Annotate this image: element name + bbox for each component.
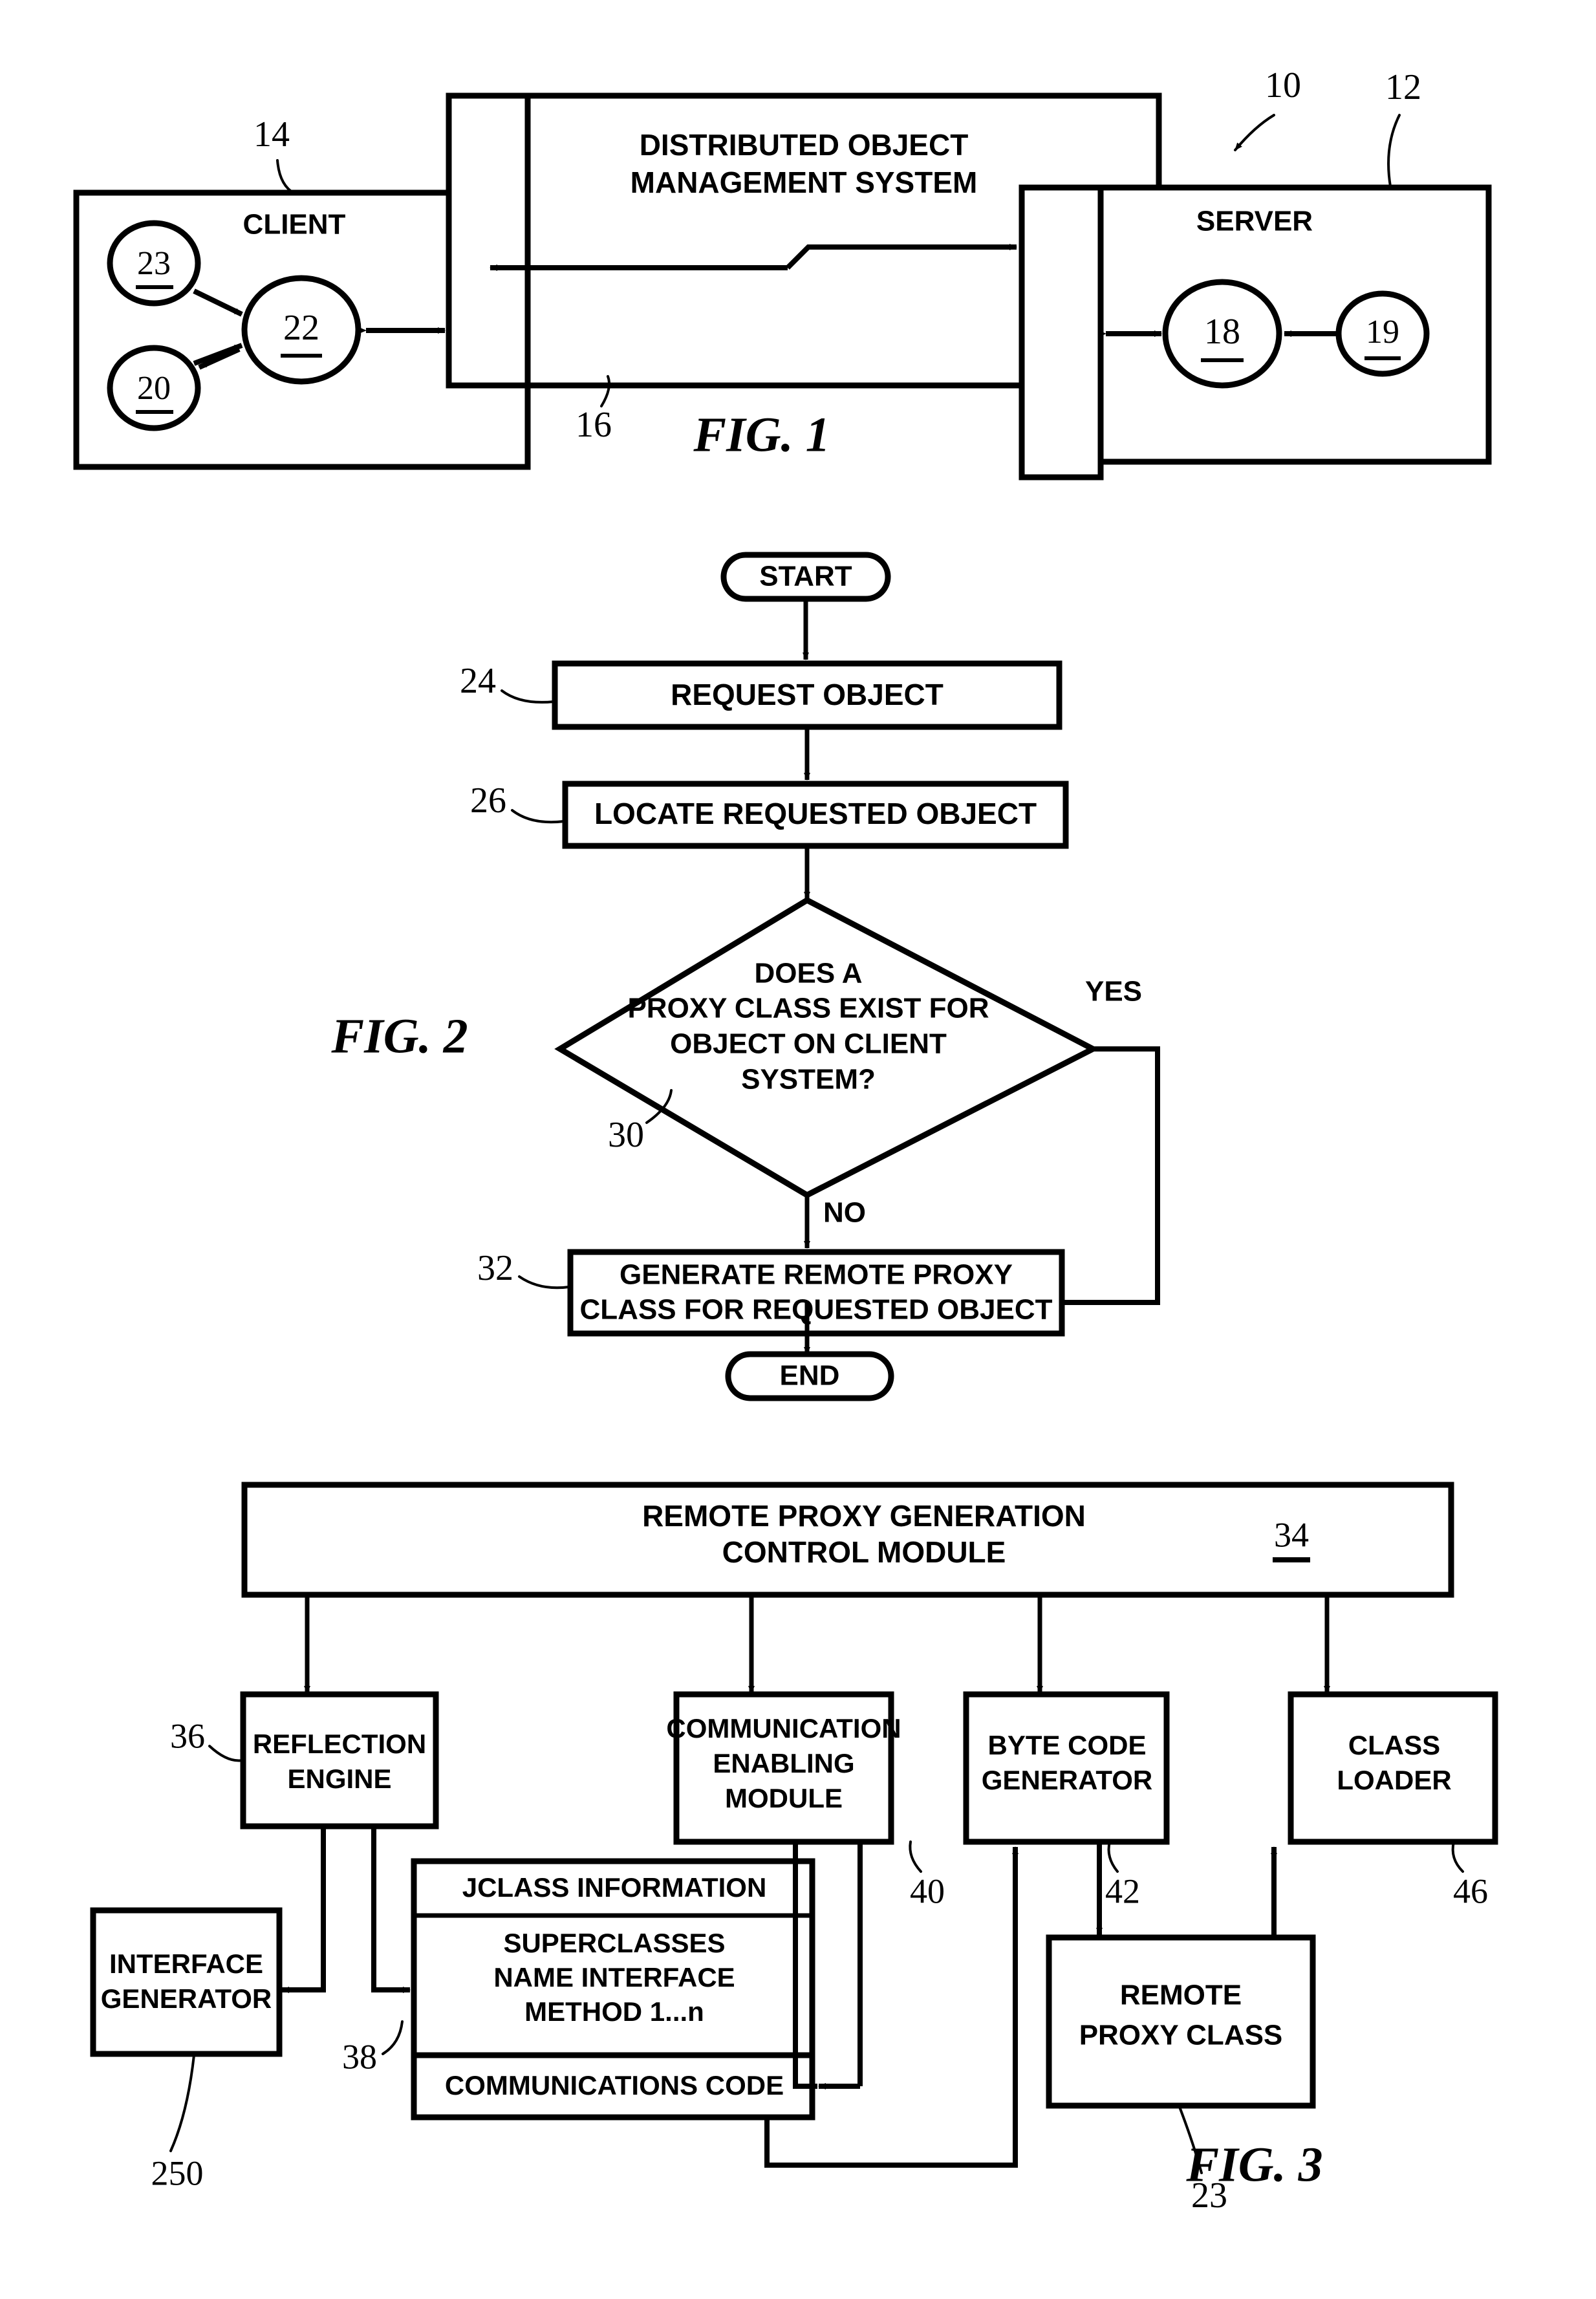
ref-12-leader [1387,114,1401,188]
figure-2: START REQUEST OBJECT 24 LOCATE REQUESTED… [330,552,1160,1401]
ref-250-leader [169,2054,195,2152]
figure-2-caption: FIG. 2 [330,1009,468,1063]
interface-generator-line2: GENERATOR [101,1983,272,2014]
client-node-20-label: 20 [137,370,171,407]
communications-code-label: COMMUNICATIONS CODE [445,2070,784,2100]
communication-module-line2: ENABLING [713,1748,854,1778]
ref-38-leader [382,2020,404,2055]
ref-32-leader [518,1275,570,1290]
step-generate-proxy-line1: GENERATE REMOTE PROXY [620,1259,1013,1291]
jclass-body-line1: SUPERCLASSES [503,1928,725,1958]
decision-line4: SYSTEM? [741,1064,876,1096]
jclass-header-label: JCLASS INFORMATION [462,1872,767,1903]
control-module-line2: CONTROL MODULE [722,1535,1006,1569]
dom-system-title-line1: DISTRIBUTED OBJECT [640,128,969,162]
figure-1: DISTRIBUTED OBJECT MANAGEMENT SYSTEM CLI… [73,65,1492,480]
ref-42-label: 42 [1105,1872,1140,1910]
class-loader-line2: LOADER [1337,1765,1451,1795]
ref-24-label: 24 [460,661,496,701]
ref-40-label: 40 [910,1872,945,1910]
class-loader-line1: CLASS [1348,1730,1440,1760]
client-node-22-label: 22 [283,308,319,348]
ref-46-label: 46 [1453,1872,1488,1910]
flow-end-label: END [780,1360,840,1392]
reflection-engine-box [240,1691,439,1829]
figure-3-caption: FIG. 3 [1185,2137,1322,2192]
ref-38-label: 38 [342,2037,377,2076]
control-module-line1: REMOTE PROXY GENERATION [642,1499,1086,1533]
ref-30-label: 30 [608,1115,644,1155]
ref-12-label: 12 [1385,67,1421,107]
figure-3: REMOTE PROXY GENERATION CONTROL MODULE 3… [90,1482,1498,2216]
jclass-body-line3: METHOD 1...n [524,1996,704,2027]
ref-36-label: 36 [170,1716,205,1755]
ref-10-label: 10 [1265,65,1301,105]
ref-14-label: 14 [253,114,290,155]
step-generate-proxy-line2: CLASS FOR REQUESTED OBJECT [580,1294,1053,1326]
ref-26-leader [511,809,565,824]
step-request-object-label: REQUEST OBJECT [671,678,944,711]
remote-proxy-class-line2: PROXY CLASS [1079,2020,1283,2051]
server-node-18-label: 18 [1204,312,1240,352]
server-connector-port [1019,184,1104,480]
ref-24-leader [501,689,555,704]
client-node-23-label: 23 [137,245,171,282]
remote-proxy-class-line1: REMOTE [1120,1980,1242,2011]
line-reflection-to-interface-generator [281,1826,326,1993]
ref-10-leader [1234,114,1275,151]
decision-line2: PROXY CLASS EXIST FOR [627,993,989,1024]
decision-line1: DOES A [754,958,862,989]
jclass-body-line2: NAME INTERFACE [493,1962,735,1992]
step-locate-object-label: LOCATE REQUESTED OBJECT [594,797,1037,830]
ref-14-leader [276,159,296,195]
ref-46-leader [1451,1840,1464,1873]
patent-figures-canvas: DISTRIBUTED OBJECT MANAGEMENT SYSTEM CLI… [73,65,1498,2216]
decision-yes-label: YES [1085,976,1142,1008]
communication-module-line3: MODULE [725,1783,843,1813]
decision-no-label: NO [823,1197,866,1229]
flow-start-label: START [759,561,852,592]
patent-drawing-sheet: DISTRIBUTED OBJECT MANAGEMENT SYSTEM CLI… [0,0,1596,2299]
communication-module-line1: COMMUNICATION [666,1713,901,1743]
server-node-19-label: 19 [1366,314,1399,351]
ref-26-label: 26 [470,781,506,821]
server-title: SERVER [1196,206,1313,237]
byte-code-generator-line1: BYTE CODE [987,1730,1146,1760]
decision-line3: OBJECT ON CLIENT [670,1028,947,1060]
client-title: CLIENT [243,209,346,241]
ref-42-leader [1107,1840,1119,1873]
ref-250-label: 250 [151,2153,204,2192]
client-connector-port [446,92,531,389]
ref-34-label: 34 [1274,1515,1309,1554]
ref-40-leader [909,1840,922,1873]
reflection-engine-line2: ENGINE [287,1764,391,1794]
interface-generator-box [90,1907,283,2057]
reflection-engine-line1: REFLECTION [253,1729,426,1759]
interface-generator-line1: INTERFACE [109,1948,263,1979]
line-reflection-to-jclass [371,1826,411,1993]
byte-code-generator-line2: GENERATOR [982,1765,1152,1795]
ref-32-label: 32 [477,1248,513,1288]
dom-system-title-line2: MANAGEMENT SYSTEM [631,166,978,199]
ref-16-label: 16 [576,405,612,445]
ref-36-leader [208,1745,244,1762]
figure-1-caption: FIG. 1 [693,407,830,462]
